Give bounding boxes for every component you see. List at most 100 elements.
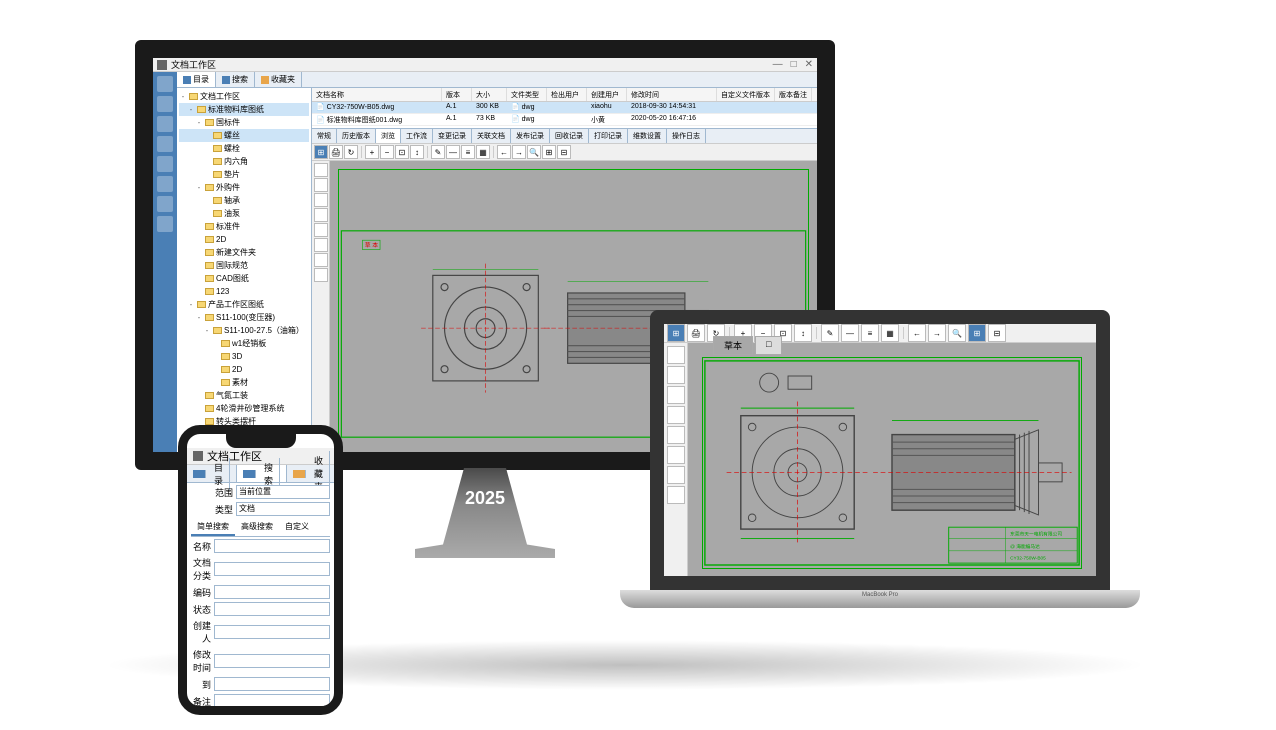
tool-button[interactable]: ⊟: [557, 145, 571, 159]
tree-item[interactable]: 油泵: [179, 207, 309, 220]
viewer-tab[interactable]: 操作日志: [667, 129, 706, 143]
remark-input[interactable]: [214, 694, 330, 708]
tree-item[interactable]: 3D: [179, 350, 309, 363]
tool-button[interactable]: —: [446, 145, 460, 159]
tree-item[interactable]: -国标件: [179, 116, 309, 129]
tool-button[interactable]: ↕: [410, 145, 424, 159]
laptop-cad-canvas[interactable]: 草本 □: [702, 357, 1082, 569]
tab-favorites[interactable]: 收藏夹: [255, 72, 302, 87]
scope-select[interactable]: 当前位置: [236, 485, 330, 499]
close-button[interactable]: ✕: [805, 59, 813, 70]
tree-item[interactable]: 4轮滑井砂管理系统: [179, 402, 309, 415]
modify-time-to[interactable]: [214, 677, 330, 691]
tool-button[interactable]: ⊞: [314, 145, 328, 159]
tool-button[interactable]: ▦: [881, 324, 899, 342]
activity-item[interactable]: [157, 156, 173, 172]
side-tool[interactable]: [667, 486, 685, 504]
file-row[interactable]: 📄 CY32-750W-B05.dwgA.1300 KB📄 dwgxiaohu2…: [312, 102, 817, 114]
zoom-fit-button[interactable]: ⊡: [395, 145, 409, 159]
viewer-tab[interactable]: 历史版本: [337, 129, 376, 143]
tool-button[interactable]: 🔍: [527, 145, 541, 159]
tool-button[interactable]: ←: [497, 145, 511, 159]
side-tool[interactable]: [667, 426, 685, 444]
side-tool[interactable]: [667, 386, 685, 404]
tree-item[interactable]: 素材: [179, 376, 309, 389]
viewer-tab[interactable]: 变更记录: [433, 129, 472, 143]
activity-item[interactable]: [157, 76, 173, 92]
activity-item[interactable]: [157, 176, 173, 192]
tab-directory[interactable]: 目录: [177, 72, 216, 87]
tab-favorites[interactable]: 收藏夹: [287, 465, 337, 482]
side-tool[interactable]: [314, 253, 328, 267]
creator-input[interactable]: [214, 625, 330, 639]
drawing-tab[interactable]: 草本: [713, 336, 753, 355]
activity-item[interactable]: [157, 136, 173, 152]
tree-item[interactable]: 螺丝: [179, 129, 309, 142]
tree-item[interactable]: 轴承: [179, 194, 309, 207]
activity-item[interactable]: [157, 196, 173, 212]
tool-button[interactable]: ⊞: [968, 324, 986, 342]
viewer-tab[interactable]: 常规: [312, 129, 337, 143]
tab-search[interactable]: 搜索: [216, 72, 255, 87]
viewer-tab[interactable]: 工作流: [401, 129, 433, 143]
tree-item[interactable]: -S11-100(变压器): [179, 311, 309, 324]
side-tool[interactable]: [667, 406, 685, 424]
tool-button[interactable]: ↕: [794, 324, 812, 342]
side-tool[interactable]: [314, 223, 328, 237]
side-tool[interactable]: [314, 238, 328, 252]
viewer-tab[interactable]: 关联文档: [472, 129, 511, 143]
zoom-out-button[interactable]: −: [380, 145, 394, 159]
tool-button[interactable]: 🔍: [948, 324, 966, 342]
tree-item[interactable]: -S11-100-27.5（油箱）: [179, 324, 309, 337]
minimize-button[interactable]: —: [773, 59, 783, 70]
tree-item[interactable]: -外购件: [179, 181, 309, 194]
folder-tree[interactable]: -文档工作区-标准物料库图纸-国标件螺丝螺栓内六角垫片-外购件轴承油泵标准件2D…: [177, 88, 312, 470]
tool-button[interactable]: —: [841, 324, 859, 342]
tool-button[interactable]: ✎: [431, 145, 445, 159]
modify-time-from[interactable]: [214, 654, 330, 668]
tree-item[interactable]: 内六角: [179, 155, 309, 168]
tool-button[interactable]: ↻: [344, 145, 358, 159]
tool-button[interactable]: ≡: [861, 324, 879, 342]
name-input[interactable]: [214, 539, 330, 553]
tool-button[interactable]: ⊟: [988, 324, 1006, 342]
print-button[interactable]: 🖨: [329, 145, 343, 159]
viewer-tab[interactable]: 发布记录: [511, 129, 550, 143]
viewer-tab[interactable]: 回收记录: [550, 129, 589, 143]
tool-button[interactable]: ✎: [821, 324, 839, 342]
tree-item[interactable]: 螺栓: [179, 142, 309, 155]
tree-item[interactable]: 标准件: [179, 220, 309, 233]
tool-button[interactable]: ≡: [461, 145, 475, 159]
side-tool[interactable]: [667, 466, 685, 484]
file-row[interactable]: 📄 标准物料库图纸001.dwgA.173 KB📄 dwg小黄2020-05-2…: [312, 114, 817, 126]
tree-item[interactable]: 新建文件夹: [179, 246, 309, 259]
tool-button[interactable]: ←: [908, 324, 926, 342]
side-tool[interactable]: [314, 178, 328, 192]
side-tool[interactable]: [667, 446, 685, 464]
status-input[interactable]: [214, 602, 330, 616]
side-tool[interactable]: [667, 346, 685, 364]
tree-item[interactable]: 2D: [179, 363, 309, 376]
side-tool[interactable]: [667, 366, 685, 384]
tool-button[interactable]: ⊞: [667, 324, 685, 342]
tab-search[interactable]: 搜索: [237, 465, 287, 482]
tree-item[interactable]: -产品工作区图纸: [179, 298, 309, 311]
tab-directory[interactable]: 目录: [187, 465, 237, 482]
tree-item[interactable]: w1经销板: [179, 337, 309, 350]
tree-item[interactable]: 国际规范: [179, 259, 309, 272]
side-tool[interactable]: [314, 208, 328, 222]
type-select[interactable]: 文档: [236, 502, 330, 516]
tree-item[interactable]: CAD图纸: [179, 272, 309, 285]
activity-item[interactable]: [157, 116, 173, 132]
tool-button[interactable]: ⊞: [542, 145, 556, 159]
tool-button[interactable]: →: [928, 324, 946, 342]
tool-button[interactable]: →: [512, 145, 526, 159]
activity-item[interactable]: [157, 96, 173, 112]
tree-item[interactable]: 垫片: [179, 168, 309, 181]
category-input[interactable]: [214, 562, 330, 576]
side-tool[interactable]: [314, 163, 328, 177]
tree-item[interactable]: 气氮工装: [179, 389, 309, 402]
tree-item[interactable]: -标准物料库图纸: [179, 103, 309, 116]
print-button[interactable]: 🖨: [687, 324, 705, 342]
code-input[interactable]: [214, 585, 330, 599]
